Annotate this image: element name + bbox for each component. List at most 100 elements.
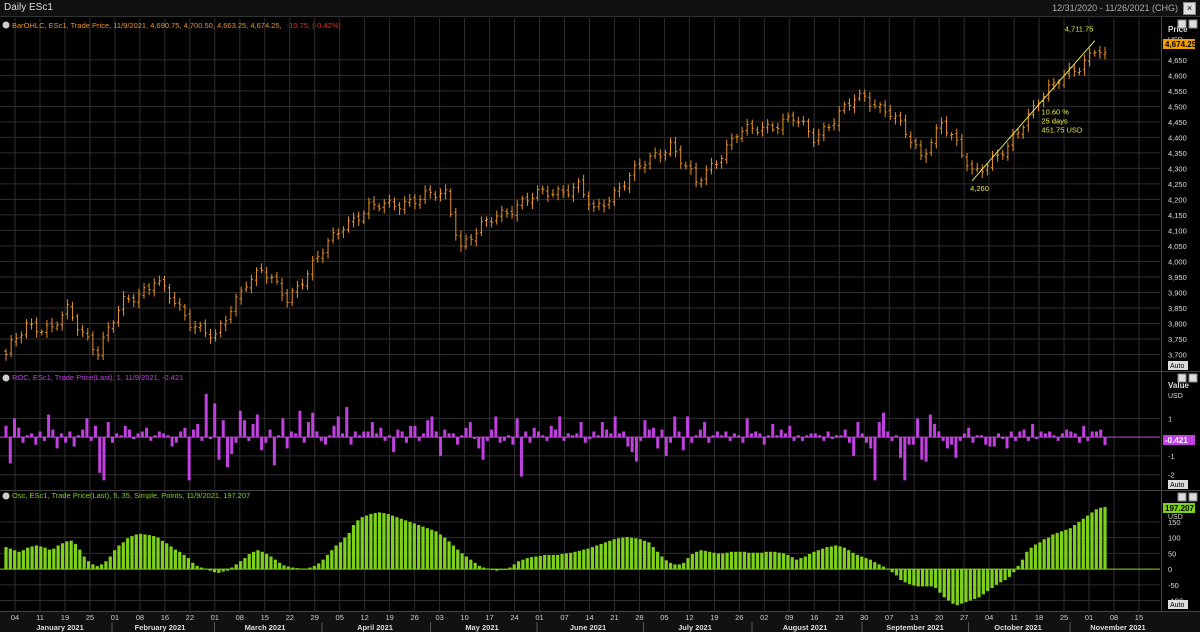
osc-bar	[490, 569, 495, 571]
osc-bar	[104, 561, 108, 570]
chart-area[interactable]: 4,260 4,711.75 10.60 %25 days451.75 USD 3,…	[0, 0, 1200, 632]
x-tick-label: 21	[610, 613, 618, 622]
osc-bar	[217, 569, 221, 573]
roc-bar	[119, 435, 123, 438]
osc-bar	[725, 552, 729, 570]
osc-panel-close-icon[interactable]	[1188, 492, 1198, 502]
trend-days-label: 25 days	[1041, 117, 1068, 126]
roc-bar	[528, 437, 532, 443]
osc-bar	[799, 558, 803, 570]
x-tick-label: 26	[735, 613, 743, 622]
osc-bar	[773, 551, 777, 570]
x-tick-label: 05	[660, 613, 668, 622]
osc-bar	[386, 514, 390, 570]
osc-bar	[312, 565, 317, 570]
roc-bar	[907, 437, 911, 445]
roc-legend[interactable]: ROC, ESc1, Trade Price(Last), 1, 11/9/20…	[12, 373, 183, 382]
osc-bar	[208, 569, 212, 571]
roc-bar	[59, 433, 63, 438]
osc-bar	[638, 539, 642, 570]
roc-bar	[196, 423, 200, 438]
osc-bar	[160, 540, 164, 570]
roc-bar	[677, 431, 681, 438]
price-panel-close-icon[interactable]	[1188, 19, 1198, 29]
osc-bar	[199, 567, 204, 570]
osc-bar	[412, 523, 416, 570]
osc-bar	[4, 547, 8, 570]
roc-bar	[473, 437, 477, 439]
osc-bar	[147, 535, 151, 570]
roc-bar	[852, 437, 856, 456]
x-month-label: October 2021	[994, 623, 1042, 632]
osc-bar	[30, 546, 34, 570]
osc-legend[interactable]: Osc, ESc1, Trade Price(Last), 5, 35, Sim…	[12, 491, 250, 500]
osc-bar	[282, 565, 286, 570]
y-tick-label: 4,400	[1168, 133, 1187, 142]
roc-legend-toggle-icon[interactable]	[2, 374, 10, 382]
roc-bar	[596, 435, 600, 438]
osc-legend-toggle-icon[interactable]	[2, 492, 10, 500]
osc-bar	[881, 566, 886, 570]
price-auto-button[interactable]: Auto	[1170, 363, 1185, 370]
roc-bar	[639, 437, 643, 441]
osc-bar	[829, 546, 833, 570]
roc-bar	[1056, 437, 1060, 441]
roc-auto-button[interactable]: Auto	[1170, 482, 1185, 489]
roc-bar	[47, 414, 51, 438]
osc-bar	[625, 536, 629, 570]
osc-bar	[234, 564, 238, 570]
osc-bar	[108, 556, 112, 570]
roc-bar	[1035, 437, 1039, 439]
osc-auto-button[interactable]: Auto	[1170, 602, 1185, 609]
osc-bar	[920, 569, 925, 587]
roc-bar	[933, 423, 937, 438]
price-panel-bg	[0, 18, 1160, 371]
price-panel-maximize-icon[interactable]	[1177, 19, 1187, 29]
osc-bar	[1020, 559, 1025, 570]
roc-bar	[336, 416, 340, 438]
osc-bar	[573, 551, 577, 570]
roc-bar	[115, 433, 119, 438]
roc-bar	[238, 410, 242, 438]
roc-bar	[379, 427, 383, 438]
osc-bar	[855, 554, 859, 570]
roc-bar	[634, 437, 638, 462]
osc-panel-maximize-icon[interactable]	[1177, 492, 1187, 502]
roc-panel-maximize-icon[interactable]	[1177, 373, 1187, 383]
price-legend-toggle-icon[interactable]	[2, 21, 10, 29]
x-tick-label: 04	[11, 613, 19, 622]
roc-bar	[383, 437, 387, 441]
roc-bar	[1060, 433, 1064, 438]
osc-bar	[230, 567, 234, 570]
x-tick-label: 13	[910, 613, 918, 622]
osc-bar	[52, 548, 56, 570]
roc-bar	[950, 437, 954, 445]
roc-bar	[123, 425, 127, 438]
roc-bar	[243, 420, 247, 438]
roc-bar	[281, 418, 285, 438]
osc-bar	[304, 568, 308, 570]
roc-panel-close-icon[interactable]	[1188, 373, 1198, 383]
osc-bar	[421, 526, 425, 570]
osc-bar	[243, 558, 247, 570]
roc-bar	[979, 435, 983, 438]
roc-bar	[554, 429, 557, 438]
roc-bar	[1009, 431, 1013, 438]
roc-bar	[524, 431, 528, 438]
x-tick-label: 19	[61, 613, 69, 622]
roc-bar	[272, 437, 276, 466]
osc-bar	[608, 540, 612, 570]
osc-bar	[738, 551, 742, 570]
x-tick-label: 08	[136, 613, 144, 622]
y-tick-label: 3,750	[1168, 335, 1187, 344]
roc-bar	[536, 431, 540, 438]
roc-bar	[762, 437, 766, 445]
osc-bar	[508, 567, 512, 570]
osc-bar	[8, 548, 12, 570]
roc-bar	[664, 437, 668, 456]
y-tick-label: -1	[1168, 452, 1175, 461]
roc-bar	[1014, 437, 1018, 441]
price-legend[interactable]: BarOHLC, ESc1, Trade Price, 11/9/2021, 4…	[12, 21, 341, 30]
x-tick-label: 12	[685, 613, 693, 622]
osc-bar	[768, 551, 773, 570]
